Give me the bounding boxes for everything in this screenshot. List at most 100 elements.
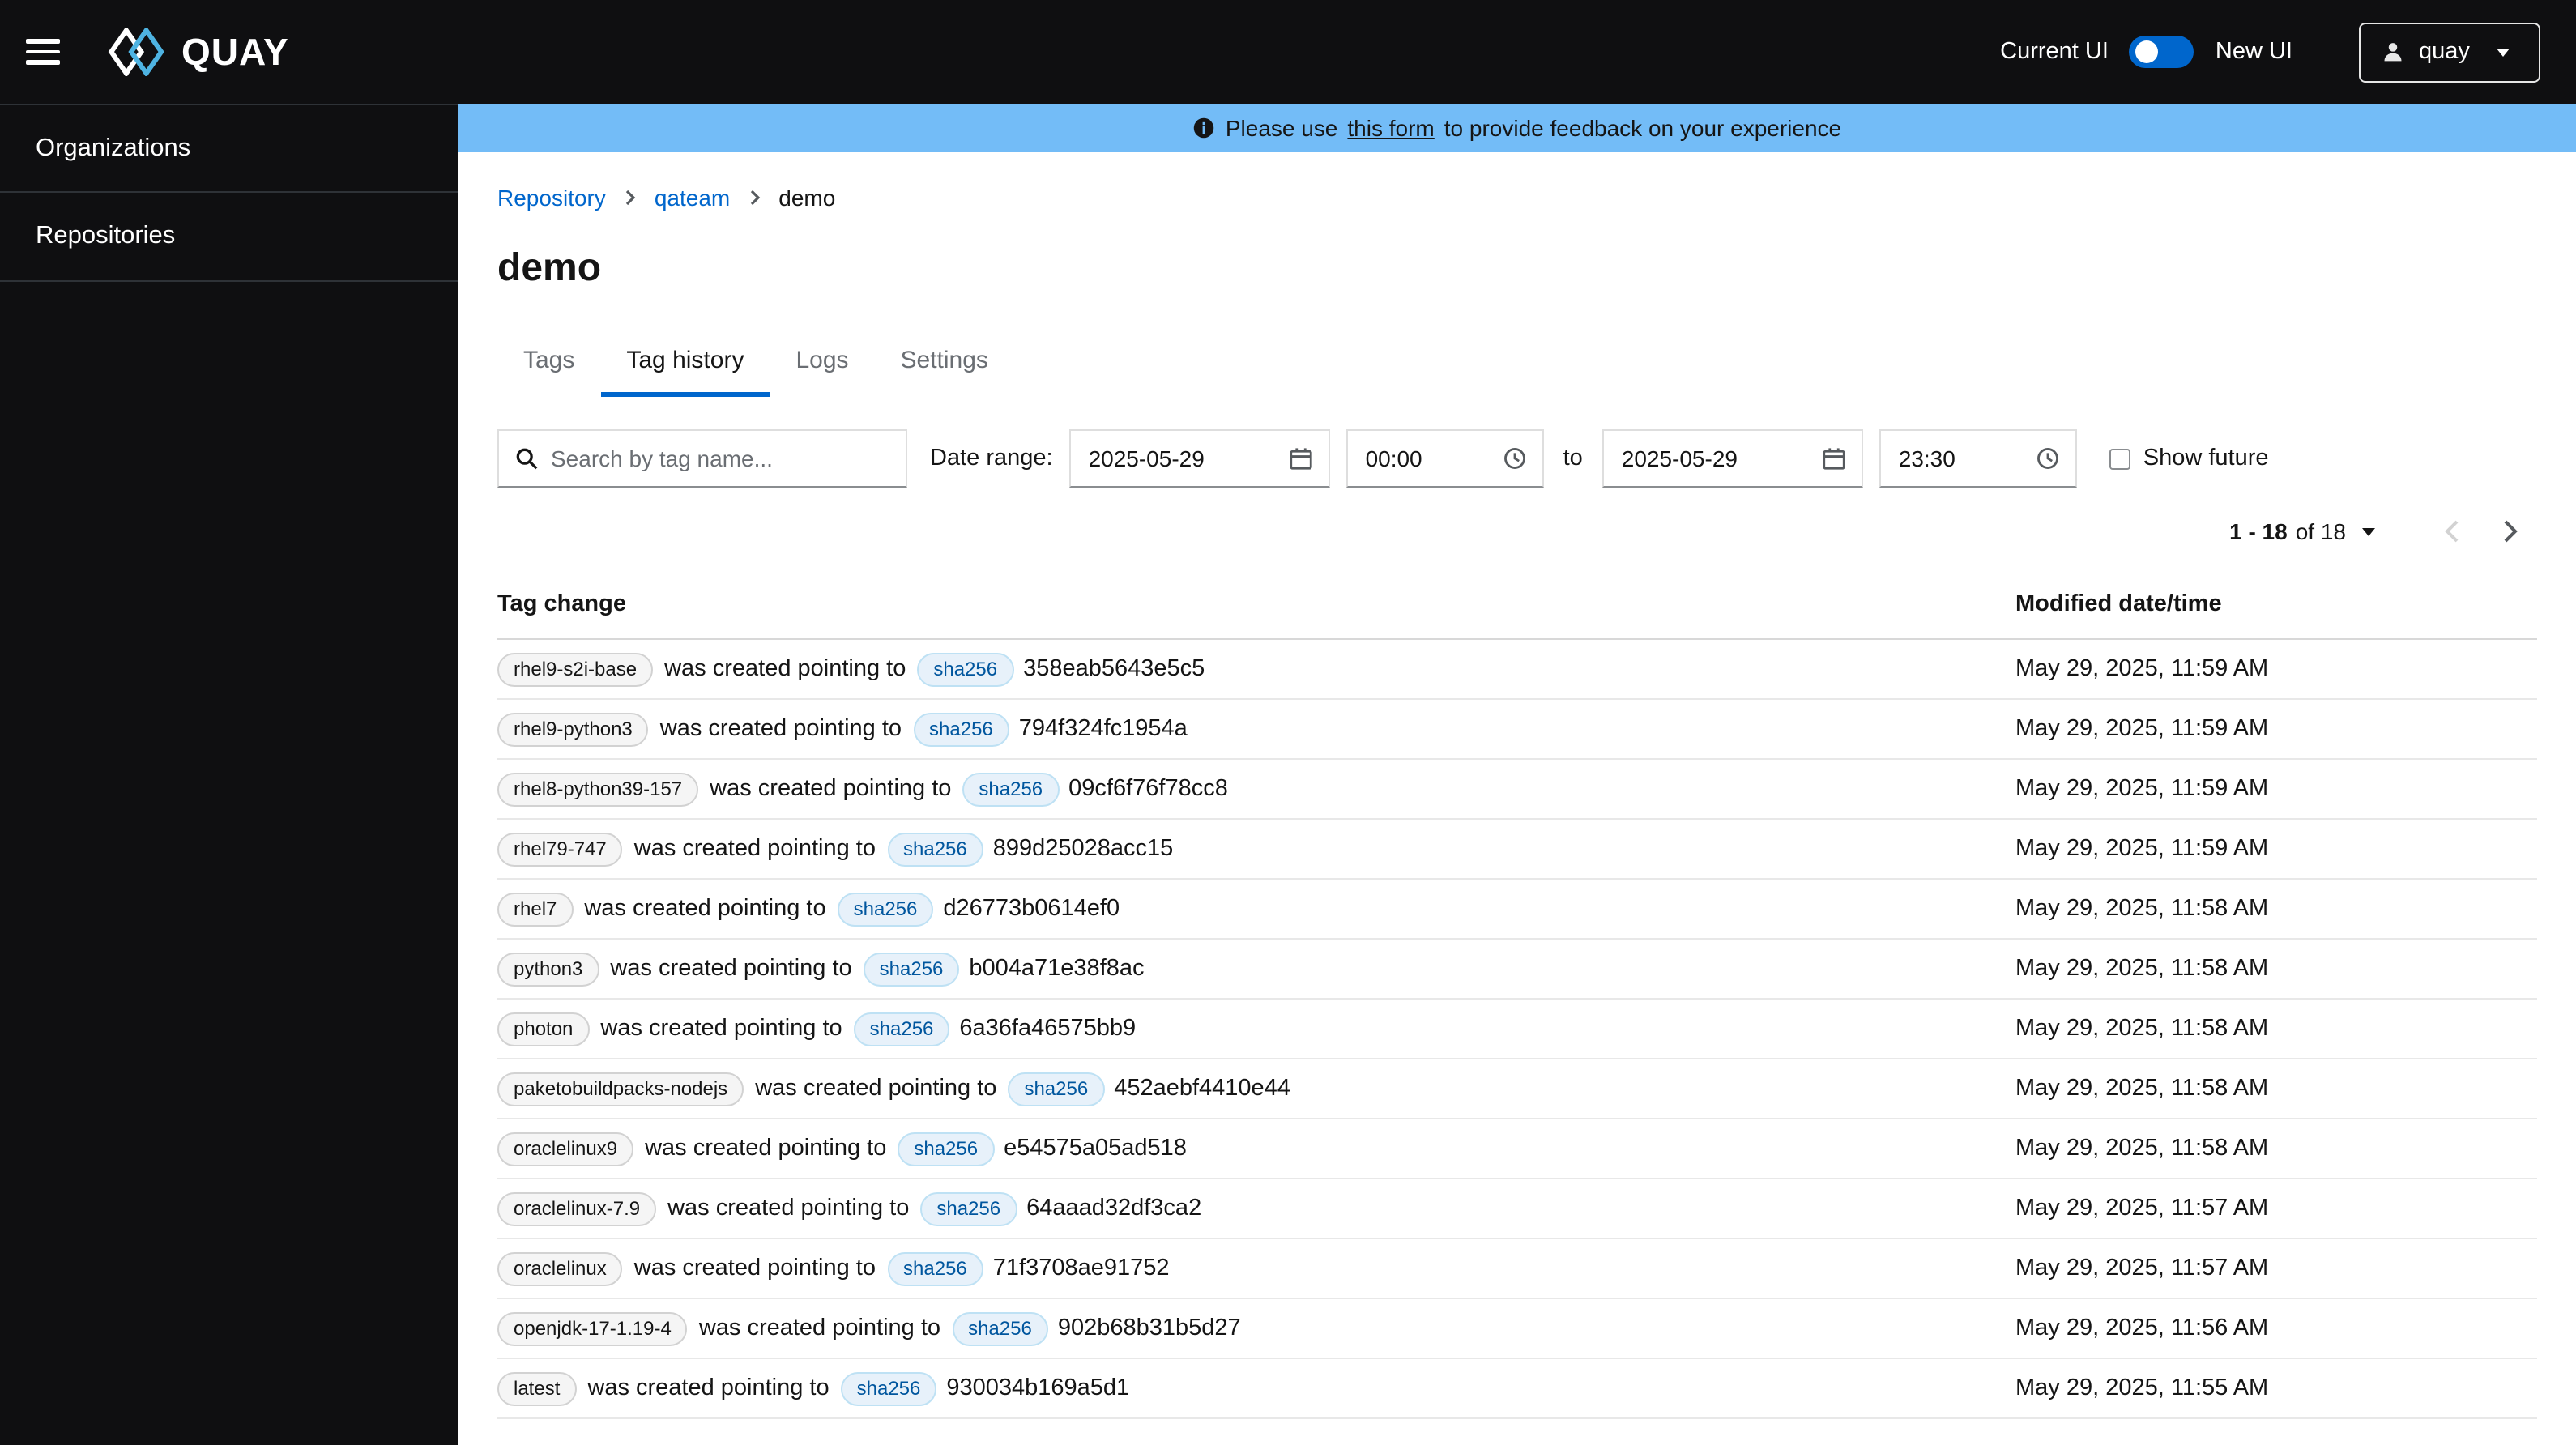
sidebar-item-organizations[interactable]: Organizations (0, 104, 458, 193)
new-ui-label: New UI (2215, 39, 2292, 65)
pagination-next-button[interactable] (2482, 504, 2537, 559)
hamburger-icon (26, 39, 60, 44)
sha256-pill[interactable]: sha256 (887, 832, 983, 866)
table-row: openjdk-17-1.19-4 was created pointing t… (497, 1298, 2537, 1359)
tag-pill[interactable]: rhel7 (497, 892, 574, 926)
content-area: Repository qateam demo demo Tags Tag his… (458, 152, 2576, 1445)
tag-action-text: was created pointing to (667, 1196, 910, 1221)
user-icon (2384, 43, 2402, 62)
tag-change-cell: oraclelinux was created pointing to sha2… (497, 1251, 2015, 1285)
tag-pill[interactable]: python3 (497, 952, 599, 986)
modified-date: May 29, 2025, 11:59 AM (2015, 639, 2537, 700)
sidebar-item-label: Repositories (36, 222, 176, 249)
tag-pill[interactable]: rhel79-747 (497, 832, 623, 866)
tag-pill[interactable]: oraclelinux9 (497, 1132, 634, 1166)
tab-tags[interactable]: Tags (497, 330, 600, 397)
table-row: latest was created pointing to sha256 93… (497, 1358, 2537, 1419)
tag-change-cell: paketobuildpacks-nodejs was created poin… (497, 1072, 2015, 1106)
tag-change-cell: rhel7 was created pointing to sha256 d26… (497, 892, 2015, 926)
sidebar-item-repositories[interactable]: Repositories (0, 193, 458, 282)
breadcrumb: Repository qateam demo (497, 185, 2537, 211)
page-title: demo (497, 246, 602, 290)
digest-text: d26773b0614ef0 (943, 896, 1120, 922)
start-time-group (1346, 429, 1544, 488)
start-date-calendar-button[interactable] (1273, 431, 1329, 486)
sha256-pill[interactable]: sha256 (853, 1012, 950, 1046)
sha256-pill[interactable]: sha256 (840, 1371, 937, 1405)
chevron-left-icon (2444, 520, 2458, 543)
caret-down-icon (2362, 527, 2375, 535)
tag-pill[interactable]: oraclelinux-7.9 (497, 1191, 657, 1225)
end-time-group (1879, 429, 2077, 488)
sha256-pill[interactable]: sha256 (917, 652, 1014, 686)
tag-pill[interactable]: photon (497, 1012, 590, 1046)
sha256-pill[interactable]: sha256 (913, 712, 1009, 746)
sha256-pill[interactable]: sha256 (920, 1191, 1017, 1225)
tab-tag-history[interactable]: Tag history (600, 330, 770, 397)
sha256-pill[interactable]: sha256 (1008, 1072, 1105, 1106)
tag-pill[interactable]: rhel8-python39-157 (497, 772, 699, 806)
sha256-pill[interactable]: sha256 (863, 952, 960, 986)
table-row: rhel79-747 was created pointing to sha25… (497, 819, 2537, 880)
tag-pill[interactable]: paketobuildpacks-nodejs (497, 1072, 744, 1106)
info-icon (1194, 117, 1215, 139)
quay-logo-text: QUAY (181, 30, 289, 72)
tag-action-text: was created pointing to (584, 896, 826, 922)
tag-action-text: was created pointing to (755, 1076, 997, 1102)
quay-logo[interactable]: QUAY (107, 28, 289, 76)
current-ui-label: Current UI (2000, 39, 2109, 65)
digest-text: 930034b169a5d1 (946, 1375, 1130, 1401)
digest-text: 09cf6f76f78cc8 (1068, 776, 1228, 802)
end-time-clock-button[interactable] (2019, 431, 2075, 486)
tag-pill[interactable]: rhel9-python3 (497, 712, 649, 746)
table-row: oraclelinux-7.9 was created pointing to … (497, 1179, 2537, 1239)
sha256-pill[interactable]: sha256 (837, 892, 934, 926)
breadcrumb-repository[interactable]: Repository (497, 185, 606, 211)
sha256-pill[interactable]: sha256 (898, 1132, 995, 1166)
modified-date: May 29, 2025, 11:59 AM (2015, 819, 2537, 880)
show-future-label: Show future (2143, 445, 2269, 471)
feedback-form-link[interactable]: this form (1347, 115, 1434, 141)
ui-toggle-switch[interactable] (2129, 36, 2194, 68)
digest-text: 6a36fa46575bb9 (959, 1016, 1137, 1042)
modified-date: May 29, 2025, 11:58 AM (2015, 1059, 2537, 1119)
tag-pill[interactable]: oraclelinux (497, 1251, 623, 1285)
tag-action-text: was created pointing to (698, 1315, 941, 1341)
nav-toggle-button[interactable] (26, 24, 81, 79)
start-time-input[interactable] (1347, 431, 1487, 486)
tag-change-cell: python3 was created pointing to sha256 b… (497, 952, 2015, 986)
tag-change-cell: rhel8-python39-157 was created pointing … (497, 772, 2015, 806)
quay-logo-icon (108, 28, 164, 76)
tab-logs[interactable]: Logs (770, 330, 874, 397)
pagination-menu-toggle[interactable]: 1 - 18 of 18 (2229, 518, 2375, 544)
sha256-pill[interactable]: sha256 (962, 772, 1060, 806)
modified-date: May 29, 2025, 11:58 AM (2015, 1119, 2537, 1179)
show-future-checkbox[interactable] (2109, 448, 2130, 469)
tag-action-text: was created pointing to (664, 656, 906, 682)
tag-pill[interactable]: rhel9-s2i-base (497, 652, 654, 686)
tag-action-text: was created pointing to (600, 1016, 842, 1042)
start-date-input[interactable] (1070, 431, 1273, 486)
end-date-input[interactable] (1603, 431, 1806, 486)
start-time-clock-button[interactable] (1486, 431, 1542, 486)
tag-pill[interactable]: latest (497, 1371, 577, 1405)
sha256-pill[interactable]: sha256 (952, 1311, 1048, 1345)
date-range-label: Date range: (930, 445, 1053, 471)
sha256-pill[interactable]: sha256 (887, 1251, 983, 1285)
app-root: QUAY Current UI New UI quay Organization… (0, 0, 2576, 1445)
tag-change-cell: oraclelinux9 was created pointing to sha… (497, 1132, 2015, 1166)
table-row: rhel9-python3 was created pointing to sh… (497, 699, 2537, 760)
tag-pill[interactable]: openjdk-17-1.19-4 (497, 1311, 688, 1345)
tag-change-cell: openjdk-17-1.19-4 was created pointing t… (497, 1311, 2015, 1345)
end-date-calendar-button[interactable] (1806, 431, 1862, 486)
end-time-input[interactable] (1880, 431, 2020, 486)
breadcrumb-qateam[interactable]: qateam (655, 185, 730, 211)
pagination-prev-button[interactable] (2424, 504, 2479, 559)
table-row: python3 was created pointing to sha256 b… (497, 939, 2537, 1000)
tag-change-cell: rhel79-747 was created pointing to sha25… (497, 832, 2015, 866)
table-row: rhel8-python39-157 was created pointing … (497, 759, 2537, 820)
search-input[interactable] (551, 445, 889, 471)
pagination: 1 - 18 of 18 (497, 504, 2537, 559)
tab-settings[interactable]: Settings (875, 330, 1014, 397)
user-menu-button[interactable]: quay (2359, 22, 2540, 82)
